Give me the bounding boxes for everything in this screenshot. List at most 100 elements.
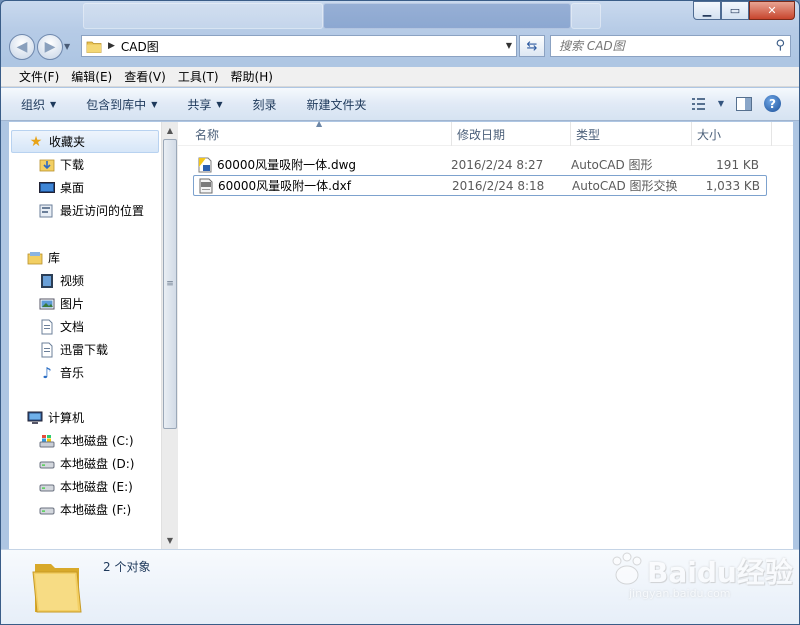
hard-drive-icon (39, 502, 55, 518)
share-label: 共享 (187, 97, 212, 112)
command-bar: 组织 ▼ 包含到库中 ▼ 共享 ▼ 刻录 新建文件夹 ▼ ? (1, 88, 799, 121)
watermark-url: jingyan.baidu.com (629, 587, 731, 600)
nav-item-label: 迅雷下载 (60, 343, 109, 357)
column-headers: ▲ 名称 修改日期 类型 大小 (178, 119, 793, 146)
menu-view[interactable]: 查看(V) (118, 68, 172, 85)
nav-item-drive-c[interactable]: 本地磁盘 (C:) (9, 429, 161, 452)
nav-computer-label: 计算机 (48, 411, 85, 425)
nav-item-drive-e[interactable]: 本地磁盘 (E:) (9, 475, 161, 498)
scroll-down-button[interactable]: ▼ (162, 532, 178, 549)
nav-favorites-label: 收藏夹 (49, 135, 86, 149)
file-size: 191 KB (716, 157, 759, 172)
file-name: 60000风量吸附一体.dxf (218, 179, 351, 193)
scrollbar-thumb[interactable]: ≡ (163, 139, 177, 429)
file-name-cell: 60000风量吸附一体.dwg (193, 156, 451, 173)
computer-icon (27, 410, 43, 426)
file-date: 2016/2/24 8:18 (452, 178, 545, 193)
refresh-icon: ⇆ (526, 38, 538, 54)
nav-item-downloads[interactable]: 下载 (9, 153, 161, 176)
forward-button[interactable]: ▶ (37, 34, 63, 60)
nav-libraries[interactable]: 库 (9, 246, 161, 269)
background-window-tab[interactable] (323, 3, 571, 29)
column-header-type[interactable]: 类型 (571, 122, 692, 146)
breadcrumb-arrow-icon[interactable]: ▶ (108, 41, 115, 51)
nav-item-music[interactable]: ♪ 音乐 (9, 361, 161, 384)
background-window-tab[interactable] (571, 3, 601, 29)
content-area: ★ 收藏夹 下载 桌面 最近访问的位置 库 视频 图片 文档 迅雷下载 ♪ 音乐… (9, 119, 793, 549)
nav-computer[interactable]: 计算机 (9, 406, 161, 429)
nav-item-pictures[interactable]: 图片 (9, 292, 161, 315)
breadcrumb-current[interactable]: CAD图 (121, 38, 159, 55)
nav-item-drive-f[interactable]: 本地磁盘 (F:) (9, 498, 161, 521)
column-header-size[interactable]: 大小 (692, 122, 772, 146)
minimize-icon: ▁ (702, 4, 712, 17)
nav-item-label: 视频 (60, 274, 85, 288)
nav-item-desktop[interactable]: 桌面 (9, 176, 161, 199)
nav-item-documents[interactable]: 文档 (9, 315, 161, 338)
back-button[interactable]: ◀ (9, 34, 35, 60)
documents-icon (39, 342, 55, 358)
file-date: 2016/2/24 8:27 (451, 157, 544, 172)
search-input[interactable] (559, 39, 759, 53)
dwg-file-icon (198, 157, 212, 172)
maximize-icon: ▭ (729, 4, 741, 17)
downloads-folder-icon (39, 157, 55, 173)
computer-group: 计算机 本地磁盘 (C:) 本地磁盘 (D:) 本地磁盘 (E:) 本地磁盘 (… (9, 406, 161, 521)
folder-icon (86, 41, 102, 53)
menu-help[interactable]: 帮助(H) (225, 68, 279, 85)
close-button[interactable]: ✕ (749, 1, 795, 20)
maximize-button[interactable]: ▭ (721, 1, 749, 20)
menu-edit[interactable]: 编辑(E) (65, 68, 118, 85)
file-size: 1,033 KB (705, 178, 760, 193)
refresh-button[interactable]: ⇆ (519, 35, 545, 57)
address-bar[interactable]: ▶ CAD图 ▼ (81, 35, 517, 57)
view-dropdown-icon[interactable]: ▼ (718, 99, 724, 108)
preview-pane-icon (736, 96, 752, 111)
minimize-button[interactable]: ▁ (693, 1, 721, 20)
include-in-library-button[interactable]: 包含到库中 ▼ (86, 96, 157, 113)
new-folder-label: 新建文件夹 (306, 97, 367, 112)
back-arrow-icon: ◀ (16, 39, 28, 55)
documents-icon (39, 319, 55, 335)
libraries-group: 库 视频 图片 文档 迅雷下载 ♪ 音乐 (9, 246, 161, 384)
navigation-scrollbar[interactable]: ▲ ≡ ▼ (161, 122, 178, 549)
nav-item-xunlei-downloads[interactable]: 迅雷下载 (9, 338, 161, 361)
nav-favorites[interactable]: ★ 收藏夹 (11, 130, 159, 153)
item-count: 2 个对象 (103, 560, 151, 574)
organize-button[interactable]: 组织 ▼ (21, 96, 56, 113)
title-bar: ▁ ▭ ✕ (1, 1, 799, 33)
column-header-date[interactable]: 修改日期 (452, 122, 571, 146)
address-dropdown-icon[interactable]: ▼ (506, 41, 512, 50)
preview-pane-button[interactable] (736, 96, 752, 111)
background-window-tab[interactable] (83, 3, 323, 29)
menu-file[interactable]: 文件(F) (13, 68, 65, 85)
column-header-name-label: 名称 (195, 127, 220, 142)
column-header-name[interactable]: ▲ 名称 (178, 119, 452, 146)
menu-bar: 文件(F) 编辑(E) 查看(V) 工具(T) 帮助(H) (1, 67, 799, 87)
nav-item-label: 桌面 (60, 181, 85, 195)
nav-item-drive-d[interactable]: 本地磁盘 (D:) (9, 452, 161, 475)
search-icon[interactable]: ⚲ (775, 38, 785, 53)
windows-drive-icon (39, 433, 55, 449)
help-icon: ? (764, 95, 781, 112)
forward-arrow-icon: ▶ (44, 39, 56, 55)
file-row-selected[interactable]: 60000风量吸附一体.dxf 2016/2/24 8:18 AutoCAD 图… (193, 175, 767, 196)
nav-libraries-label: 库 (48, 251, 61, 265)
help-button[interactable]: ? (764, 95, 781, 112)
burn-button[interactable]: 刻录 (253, 96, 277, 113)
nav-item-videos[interactable]: 视频 (9, 269, 161, 292)
file-row[interactable]: 60000风量吸附一体.dwg 2016/2/24 8:27 AutoCAD 图… (193, 154, 767, 175)
dxf-file-icon (199, 178, 213, 193)
change-view-button[interactable]: ▼ (691, 97, 724, 110)
menu-tools[interactable]: 工具(T) (172, 68, 225, 85)
nav-item-label: 下载 (60, 158, 85, 172)
scroll-up-button[interactable]: ▲ (162, 122, 178, 139)
search-box[interactable]: ⚲ (550, 35, 791, 57)
share-button[interactable]: 共享 ▼ (187, 96, 222, 113)
recent-places-icon (39, 203, 55, 219)
nav-item-label: 音乐 (60, 366, 85, 380)
star-icon: ★ (29, 133, 43, 150)
new-folder-button[interactable]: 新建文件夹 (307, 96, 367, 113)
recent-pages-dropdown[interactable]: ▼ (64, 42, 70, 51)
nav-item-recent-places[interactable]: 最近访问的位置 (9, 199, 161, 222)
